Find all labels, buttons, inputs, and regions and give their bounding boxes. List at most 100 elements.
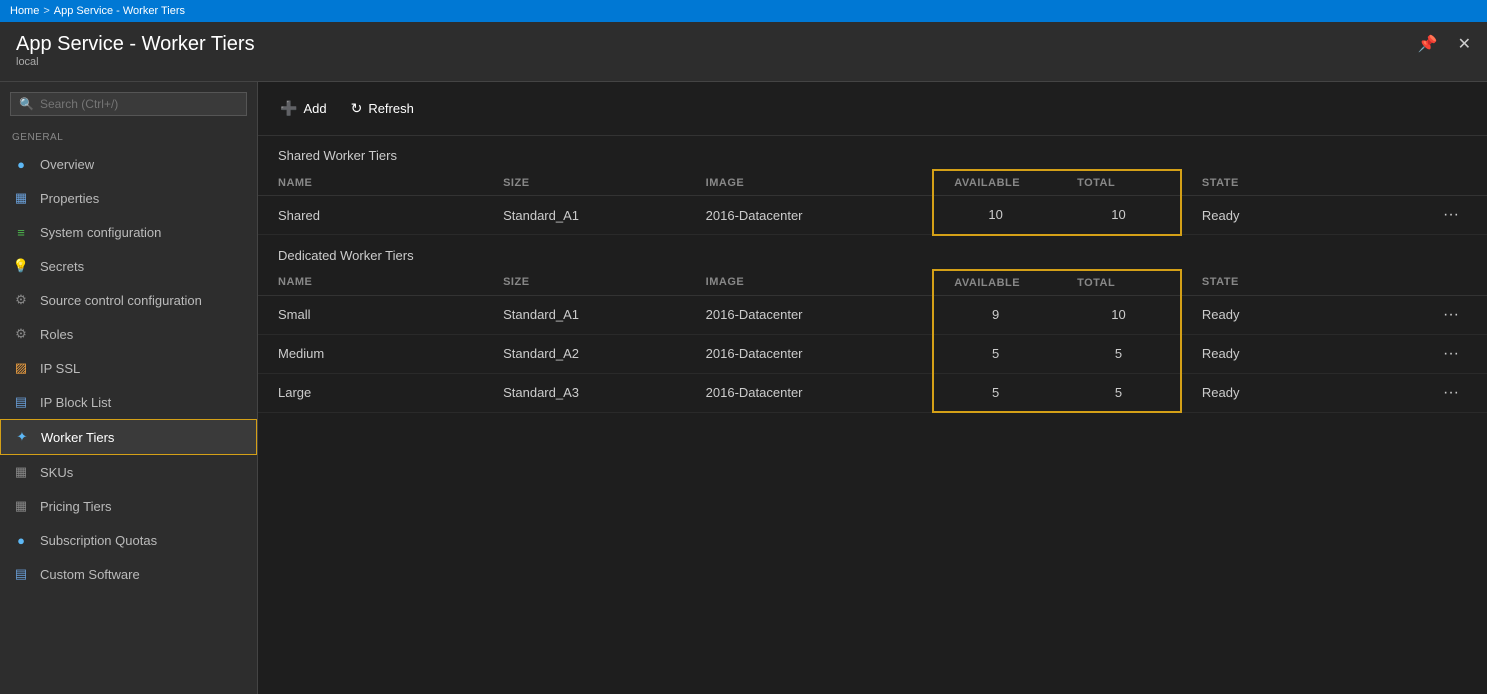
sidebar-item-ipblock[interactable]: ▤ IP Block List	[0, 385, 257, 419]
shared-section-title: Shared Worker Tiers	[258, 136, 1487, 169]
shared-col-image: IMAGE	[686, 170, 934, 196]
icon-secrets: 💡	[12, 257, 30, 275]
sidebar-item-subscription[interactable]: ● Subscription Quotas	[0, 523, 257, 557]
sidebar-label-skus: SKUs	[40, 465, 73, 480]
search-input[interactable]	[40, 97, 238, 111]
refresh-label: Refresh	[368, 101, 414, 116]
dedicated-row-available: 5	[933, 334, 1057, 373]
dedicated-row-actions[interactable]: ···	[1406, 334, 1487, 373]
shared-col-available: AVAILABLE	[933, 170, 1057, 196]
sidebar-label-ipblock: IP Block List	[40, 395, 111, 410]
dedicated-table-body: Small Standard_A1 2016-Datacenter 9 10 R…	[258, 295, 1487, 412]
dedicated-col-actions	[1406, 270, 1487, 296]
sidebar-label-custom: Custom Software	[40, 567, 140, 582]
sidebar-item-source[interactable]: ⚙ Source control configuration	[0, 283, 257, 317]
sidebar-item-sysconfg[interactable]: ≡ System configuration	[0, 215, 257, 249]
shared-table-header: NAME SIZE IMAGE AVAILABLE TOTAL STATE	[258, 170, 1487, 196]
add-label: Add	[303, 101, 326, 116]
more-button[interactable]: ···	[1435, 306, 1467, 324]
pin-button[interactable]: 📌	[1412, 32, 1444, 56]
dedicated-row-total: 10	[1057, 295, 1181, 334]
shared-table: NAME SIZE IMAGE AVAILABLE TOTAL STATE Sh…	[258, 169, 1487, 236]
more-button[interactable]: ···	[1435, 206, 1467, 224]
title-bar: App Service - Worker Tiers local 📌 ✕	[0, 22, 1487, 82]
sidebar-item-properties[interactable]: ▦ Properties	[0, 181, 257, 215]
sidebar-item-roles[interactable]: ⚙ Roles	[0, 317, 257, 351]
dedicated-table: NAME SIZE IMAGE AVAILABLE TOTAL STATE Sm…	[258, 269, 1487, 414]
shared-table-body: Shared Standard_A1 2016-Datacenter 10 10…	[258, 196, 1487, 235]
sidebar-item-ipssl[interactable]: ▨ IP SSL	[0, 351, 257, 385]
shared-col-actions	[1406, 170, 1487, 196]
sidebar-label-subscription: Subscription Quotas	[40, 533, 157, 548]
icon-custom: ▤	[12, 565, 30, 583]
top-bar: Home > App Service - Worker Tiers	[0, 0, 1487, 22]
dedicated-row-size: Standard_A1	[483, 295, 686, 334]
table-row: Medium Standard_A2 2016-Datacenter 5 5 R…	[258, 334, 1487, 373]
shared-row-actions[interactable]: ···	[1406, 196, 1487, 235]
dedicated-row-size: Standard_A2	[483, 334, 686, 373]
dedicated-col-image: IMAGE	[686, 270, 934, 296]
dedicated-row-total: 5	[1057, 373, 1181, 412]
dedicated-col-state: STATE	[1181, 270, 1406, 296]
dedicated-row-name: Small	[258, 295, 483, 334]
dedicated-table-header: NAME SIZE IMAGE AVAILABLE TOTAL STATE	[258, 270, 1487, 296]
refresh-icon: ↻	[351, 100, 363, 117]
sidebar-label-sysconfg: System configuration	[40, 225, 161, 240]
title-bar-actions: 📌 ✕	[1412, 32, 1477, 56]
dedicated-col-size: SIZE	[483, 270, 686, 296]
sidebar-label-overview: Overview	[40, 157, 94, 172]
sidebar-item-custom[interactable]: ▤ Custom Software	[0, 557, 257, 591]
icon-subscription: ●	[12, 531, 30, 549]
shared-row-image: 2016-Datacenter	[686, 196, 934, 235]
close-button[interactable]: ✕	[1452, 32, 1477, 56]
sidebar-item-skus[interactable]: ▦ SKUs	[0, 455, 257, 489]
dedicated-row-state: Ready	[1181, 295, 1406, 334]
dedicated-row-image: 2016-Datacenter	[686, 334, 934, 373]
sidebar-item-worker[interactable]: ✦ Worker Tiers	[0, 419, 257, 455]
dedicated-table-wrapper: NAME SIZE IMAGE AVAILABLE TOTAL STATE Sm…	[258, 269, 1487, 414]
dedicated-row-state: Ready	[1181, 373, 1406, 412]
dedicated-row-actions[interactable]: ···	[1406, 295, 1487, 334]
more-button[interactable]: ···	[1435, 384, 1467, 402]
dedicated-section-title: Dedicated Worker Tiers	[258, 236, 1487, 269]
shared-row-name: Shared	[258, 196, 483, 235]
sidebar: 🔍 GENERAL ● Overview ▦ Properties ≡ Syst…	[0, 82, 258, 694]
search-box[interactable]: 🔍	[10, 92, 247, 116]
main-layout: 🔍 GENERAL ● Overview ▦ Properties ≡ Syst…	[0, 82, 1487, 694]
dedicated-row-actions[interactable]: ···	[1406, 373, 1487, 412]
main-content: ➕ Add ↻ Refresh Shared Worker Tiers NAME…	[258, 82, 1487, 694]
shared-table-wrapper: NAME SIZE IMAGE AVAILABLE TOTAL STATE Sh…	[258, 169, 1487, 236]
shared-col-total: TOTAL	[1057, 170, 1181, 196]
toolbar: ➕ Add ↻ Refresh	[258, 82, 1487, 136]
sidebar-label-properties: Properties	[40, 191, 99, 206]
table-row: Large Standard_A3 2016-Datacenter 5 5 Re…	[258, 373, 1487, 412]
general-section-label: GENERAL	[0, 122, 257, 147]
add-icon: ➕	[280, 100, 297, 117]
shared-col-state: STATE	[1181, 170, 1406, 196]
dedicated-row-image: 2016-Datacenter	[686, 373, 934, 412]
icon-roles: ⚙	[12, 325, 30, 343]
title-bar-text: App Service - Worker Tiers local	[16, 32, 255, 68]
refresh-button[interactable]: ↻ Refresh	[349, 96, 416, 121]
dedicated-row-total: 5	[1057, 334, 1181, 373]
dedicated-row-size: Standard_A3	[483, 373, 686, 412]
breadcrumb-home[interactable]: Home	[10, 5, 39, 17]
shared-row-total: 10	[1057, 196, 1181, 235]
icon-properties: ▦	[12, 189, 30, 207]
sidebar-label-secrets: Secrets	[40, 259, 84, 274]
sidebar-label-roles: Roles	[40, 327, 73, 342]
sidebar-item-secrets[interactable]: 💡 Secrets	[0, 249, 257, 283]
shared-col-size: SIZE	[483, 170, 686, 196]
nav-list: ● Overview ▦ Properties ≡ System configu…	[0, 147, 257, 591]
icon-skus: ▦	[12, 463, 30, 481]
icon-ipblock: ▤	[12, 393, 30, 411]
icon-worker: ✦	[13, 428, 31, 446]
sidebar-item-pricing[interactable]: ▦ Pricing Tiers	[0, 489, 257, 523]
add-button[interactable]: ➕ Add	[278, 96, 329, 121]
more-button[interactable]: ···	[1435, 345, 1467, 363]
icon-source: ⚙	[12, 291, 30, 309]
sidebar-item-overview[interactable]: ● Overview	[0, 147, 257, 181]
shared-row-available: 10	[933, 196, 1057, 235]
dedicated-col-name: NAME	[258, 270, 483, 296]
icon-overview: ●	[12, 155, 30, 173]
